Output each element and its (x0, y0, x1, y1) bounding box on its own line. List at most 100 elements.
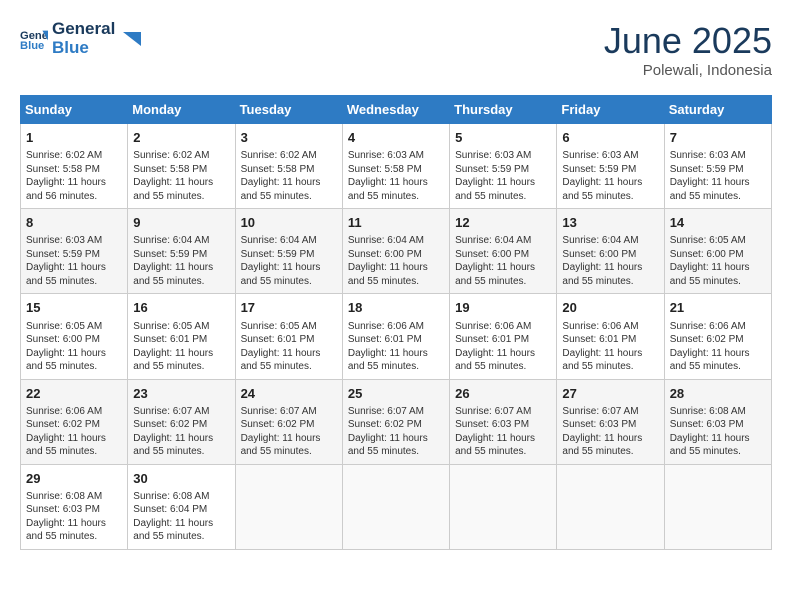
table-row: 19 Sunrise: 6:06 AMSunset: 6:01 PMDayligh… (450, 294, 557, 379)
day-info: Sunrise: 6:04 AMSunset: 5:59 PMDaylight:… (133, 234, 229, 288)
logo-general: General (52, 20, 115, 39)
day-number: 19 (455, 299, 551, 317)
table-row: 25Sunrise: 6:07 AMSunset: 6:02 PMDayligh… (342, 379, 449, 464)
day-number: 8 (26, 214, 122, 232)
header-tuesday: Tuesday (235, 96, 342, 124)
header-friday: Friday (557, 96, 664, 124)
table-row: 24 Sunrise: 6:07 AMSunset: 6:02 PMDayligh… (235, 379, 342, 464)
day-info: Sunrise: 6:06 AMSunset: 6:02 PMDaylight:… (26, 405, 122, 459)
day-info: Sunrise: 6:06 AMSunset: 6:02 PMDaylight:… (670, 320, 766, 374)
title-block: June 2025 Polewali, Indonesia (604, 20, 772, 79)
day-number: 18 (348, 299, 444, 317)
calendar-week-row: 8 Sunrise: 6:03 AMSunset: 5:59 PMDaylight… (21, 209, 772, 294)
header-thursday: Thursday (450, 96, 557, 124)
day-info: Sunrise: 6:06 AMSunset: 6:01 PMDaylight:… (455, 320, 551, 374)
day-number: 5 (455, 129, 551, 147)
day-number: 2 (133, 129, 229, 147)
logo-blue: Blue (52, 39, 115, 58)
logo: General Blue General Blue (20, 20, 141, 57)
table-row: 30 Sunrise: 6:08 AMSunset: 6:04 PMDayligh… (128, 464, 235, 549)
day-info: Sunrise: 6:08 AMSunset: 6:03 PMDaylight:… (26, 490, 122, 544)
day-info: Sunrise: 6:05 AMSunset: 6:00 PMDaylight:… (26, 320, 122, 374)
day-number: 11 (348, 214, 444, 232)
day-info: Sunrise: 6:04 AMSunset: 6:00 PMDaylight:… (562, 234, 658, 288)
table-row: 9Sunrise: 6:04 AMSunset: 5:59 PMDaylight… (128, 209, 235, 294)
table-row: 6 Sunrise: 6:03 AMSunset: 5:59 PMDaylight… (557, 124, 664, 209)
day-number: 13 (562, 214, 658, 232)
day-number: 30 (133, 470, 229, 488)
day-info: Sunrise: 6:05 AMSunset: 6:01 PMDaylight:… (241, 320, 337, 374)
day-number: 17 (241, 299, 337, 317)
day-number: 3 (241, 129, 337, 147)
day-number: 26 (455, 385, 551, 403)
calendar-week-row: 15Sunrise: 6:05 AMSunset: 6:00 PMDayligh… (21, 294, 772, 379)
day-info: Sunrise: 6:03 AMSunset: 5:59 PMDaylight:… (26, 234, 122, 288)
header-sunday: Sunday (21, 96, 128, 124)
table-row: 1Sunrise: 6:02 AMSunset: 5:58 PMDaylight… (21, 124, 128, 209)
table-row (664, 464, 771, 549)
svg-text:Blue: Blue (20, 39, 44, 51)
day-info: Sunrise: 6:07 AMSunset: 6:02 PMDaylight:… (348, 405, 444, 459)
day-info: Sunrise: 6:04 AMSunset: 6:00 PMDaylight:… (348, 234, 444, 288)
day-info: Sunrise: 6:06 AMSunset: 6:01 PMDaylight:… (562, 320, 658, 374)
table-row: 12Sunrise: 6:04 AMSunset: 6:00 PMDayligh… (450, 209, 557, 294)
day-info: Sunrise: 6:07 AMSunset: 6:02 PMDaylight:… (133, 405, 229, 459)
table-row: 22Sunrise: 6:06 AMSunset: 6:02 PMDayligh… (21, 379, 128, 464)
day-info: Sunrise: 6:02 AMSunset: 5:58 PMDaylight:… (133, 149, 229, 203)
day-info: Sunrise: 6:06 AMSunset: 6:01 PMDaylight:… (348, 320, 444, 374)
table-row: 7Sunrise: 6:03 AMSunset: 5:59 PMDaylight… (664, 124, 771, 209)
day-number: 24 (241, 385, 337, 403)
table-row: 23 Sunrise: 6:07 AMSunset: 6:02 PMDayligh… (128, 379, 235, 464)
day-number: 6 (562, 129, 658, 147)
day-info: Sunrise: 6:07 AMSunset: 6:02 PMDaylight:… (241, 405, 337, 459)
table-row: 20 Sunrise: 6:06 AMSunset: 6:01 PMDayligh… (557, 294, 664, 379)
month-title: June 2025 (604, 20, 772, 62)
table-row: 15Sunrise: 6:05 AMSunset: 6:00 PMDayligh… (21, 294, 128, 379)
logo-icon: General Blue (20, 25, 48, 53)
day-number: 23 (133, 385, 229, 403)
table-row: 13 Sunrise: 6:04 AMSunset: 6:00 PMDayligh… (557, 209, 664, 294)
table-row (557, 464, 664, 549)
table-row: 11 Sunrise: 6:04 AMSunset: 6:00 PMDayligh… (342, 209, 449, 294)
calendar-week-row: 22Sunrise: 6:06 AMSunset: 6:02 PMDayligh… (21, 379, 772, 464)
table-row (342, 464, 449, 549)
day-info: Sunrise: 6:08 AMSunset: 6:04 PMDaylight:… (133, 490, 229, 544)
day-info: Sunrise: 6:03 AMSunset: 5:58 PMDaylight:… (348, 149, 444, 203)
day-number: 20 (562, 299, 658, 317)
day-info: Sunrise: 6:05 AMSunset: 6:01 PMDaylight:… (133, 320, 229, 374)
table-row: 3 Sunrise: 6:02 AMSunset: 5:58 PMDaylight… (235, 124, 342, 209)
table-row: 5 Sunrise: 6:03 AMSunset: 5:59 PMDaylight… (450, 124, 557, 209)
day-info: Sunrise: 6:08 AMSunset: 6:03 PMDaylight:… (670, 405, 766, 459)
day-info: Sunrise: 6:02 AMSunset: 5:58 PMDaylight:… (241, 149, 337, 203)
day-number: 29 (26, 470, 122, 488)
calendar-week-row: 29 Sunrise: 6:08 AMSunset: 6:03 PMDayligh… (21, 464, 772, 549)
table-row: 26Sunrise: 6:07 AMSunset: 6:03 PMDayligh… (450, 379, 557, 464)
day-info: Sunrise: 6:03 AMSunset: 5:59 PMDaylight:… (455, 149, 551, 203)
calendar-header-row: Sunday Monday Tuesday Wednesday Thursday… (21, 96, 772, 124)
table-row: 21Sunrise: 6:06 AMSunset: 6:02 PMDayligh… (664, 294, 771, 379)
table-row: 4Sunrise: 6:03 AMSunset: 5:58 PMDaylight… (342, 124, 449, 209)
day-info: Sunrise: 6:07 AMSunset: 6:03 PMDaylight:… (562, 405, 658, 459)
calendar-table: Sunday Monday Tuesday Wednesday Thursday… (20, 95, 772, 550)
day-number: 10 (241, 214, 337, 232)
table-row: 18 Sunrise: 6:06 AMSunset: 6:01 PMDayligh… (342, 294, 449, 379)
table-row (235, 464, 342, 549)
table-row: 27Sunrise: 6:07 AMSunset: 6:03 PMDayligh… (557, 379, 664, 464)
header-wednesday: Wednesday (342, 96, 449, 124)
table-row: 28Sunrise: 6:08 AMSunset: 6:03 PMDayligh… (664, 379, 771, 464)
header-saturday: Saturday (664, 96, 771, 124)
day-info: Sunrise: 6:03 AMSunset: 5:59 PMDaylight:… (562, 149, 658, 203)
table-row: 2 Sunrise: 6:02 AMSunset: 5:58 PMDaylight… (128, 124, 235, 209)
location-subtitle: Polewali, Indonesia (604, 62, 772, 79)
day-info: Sunrise: 6:04 AMSunset: 5:59 PMDaylight:… (241, 234, 337, 288)
header-monday: Monday (128, 96, 235, 124)
table-row: 29 Sunrise: 6:08 AMSunset: 6:03 PMDayligh… (21, 464, 128, 549)
day-number: 12 (455, 214, 551, 232)
table-row (450, 464, 557, 549)
table-row: 8 Sunrise: 6:03 AMSunset: 5:59 PMDaylight… (21, 209, 128, 294)
table-row: 17 Sunrise: 6:05 AMSunset: 6:01 PMDayligh… (235, 294, 342, 379)
day-info: Sunrise: 6:05 AMSunset: 6:00 PMDaylight:… (670, 234, 766, 288)
day-number: 7 (670, 129, 766, 147)
calendar-week-row: 1Sunrise: 6:02 AMSunset: 5:58 PMDaylight… (21, 124, 772, 209)
table-row: 14Sunrise: 6:05 AMSunset: 6:00 PMDayligh… (664, 209, 771, 294)
